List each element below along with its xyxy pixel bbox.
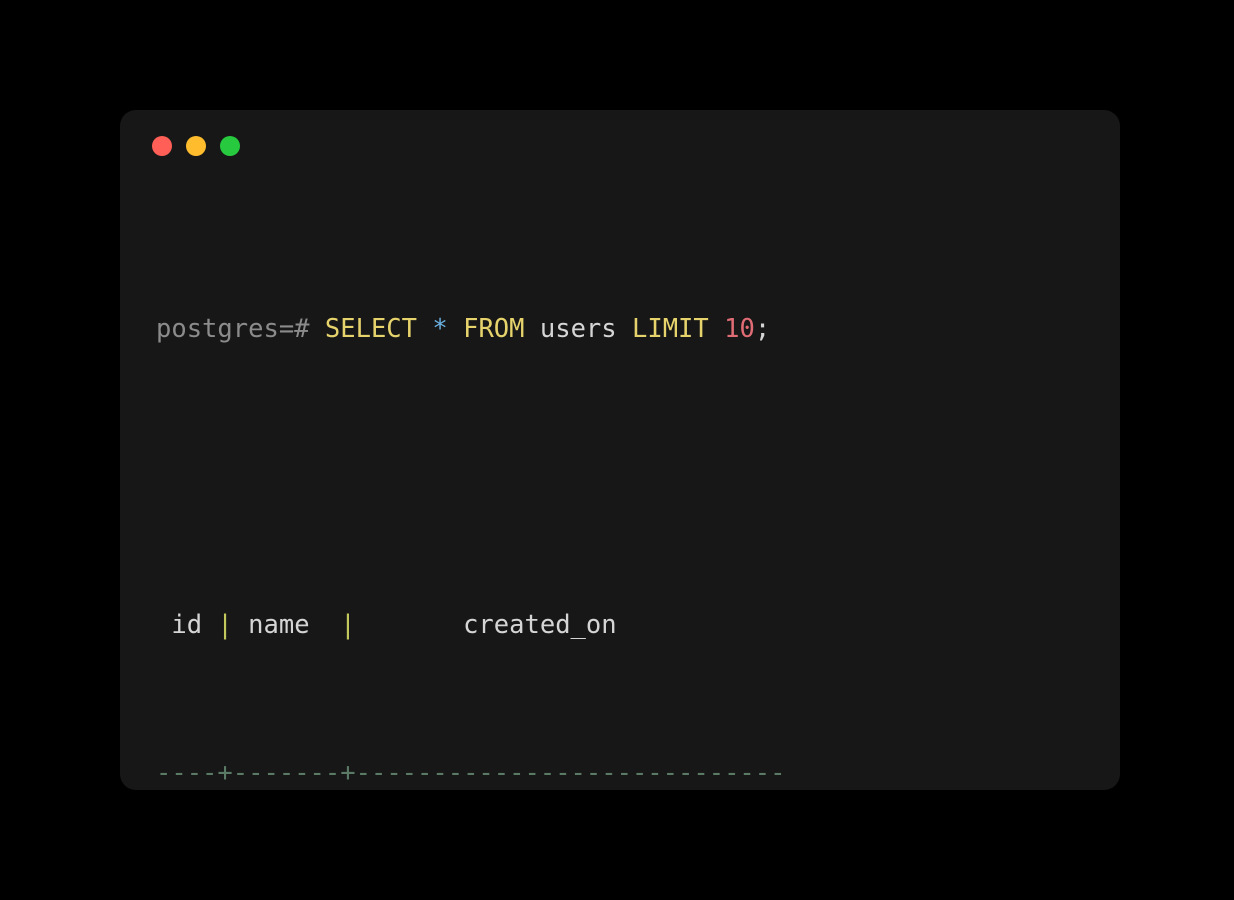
minimize-window-button[interactable] bbox=[186, 136, 206, 156]
pipe-divider: | bbox=[340, 610, 355, 640]
rule-segment: ---------------------------- bbox=[356, 758, 786, 788]
sql-semicolon: ; bbox=[755, 314, 770, 344]
rule-segment: ------- bbox=[233, 758, 340, 788]
window-controls bbox=[152, 136, 1084, 156]
terminal-window: postgres=# SELECT * FROM users LIMIT 10;… bbox=[120, 110, 1120, 790]
result-rule: ----+-------+---------------------------… bbox=[156, 755, 1084, 790]
prompt-line: postgres=# SELECT * FROM users LIMIT 10; bbox=[156, 311, 1084, 348]
sql-limit-value: 10 bbox=[724, 314, 755, 344]
rule-plus: + bbox=[340, 758, 355, 788]
col-name-header: name bbox=[233, 610, 340, 640]
col-id-header: id bbox=[156, 610, 217, 640]
sql-star: * bbox=[432, 314, 447, 344]
col-created-header: created_on bbox=[356, 610, 724, 640]
sql-from-keyword: FROM bbox=[463, 314, 524, 344]
result-header: id | name | created_on bbox=[156, 607, 1084, 644]
rule-plus: + bbox=[217, 758, 232, 788]
blank-line bbox=[156, 459, 1084, 496]
close-window-button[interactable] bbox=[152, 136, 172, 156]
zoom-window-button[interactable] bbox=[220, 136, 240, 156]
rule-segment: ---- bbox=[156, 758, 217, 788]
pipe-divider: | bbox=[217, 610, 232, 640]
sql-select-keyword: SELECT bbox=[325, 314, 417, 344]
psql-prompt: postgres=# bbox=[156, 314, 325, 344]
sql-table-name: users bbox=[540, 314, 617, 344]
sql-limit-keyword: LIMIT bbox=[632, 314, 709, 344]
terminal-content[interactable]: postgres=# SELECT * FROM users LIMIT 10;… bbox=[156, 200, 1084, 790]
